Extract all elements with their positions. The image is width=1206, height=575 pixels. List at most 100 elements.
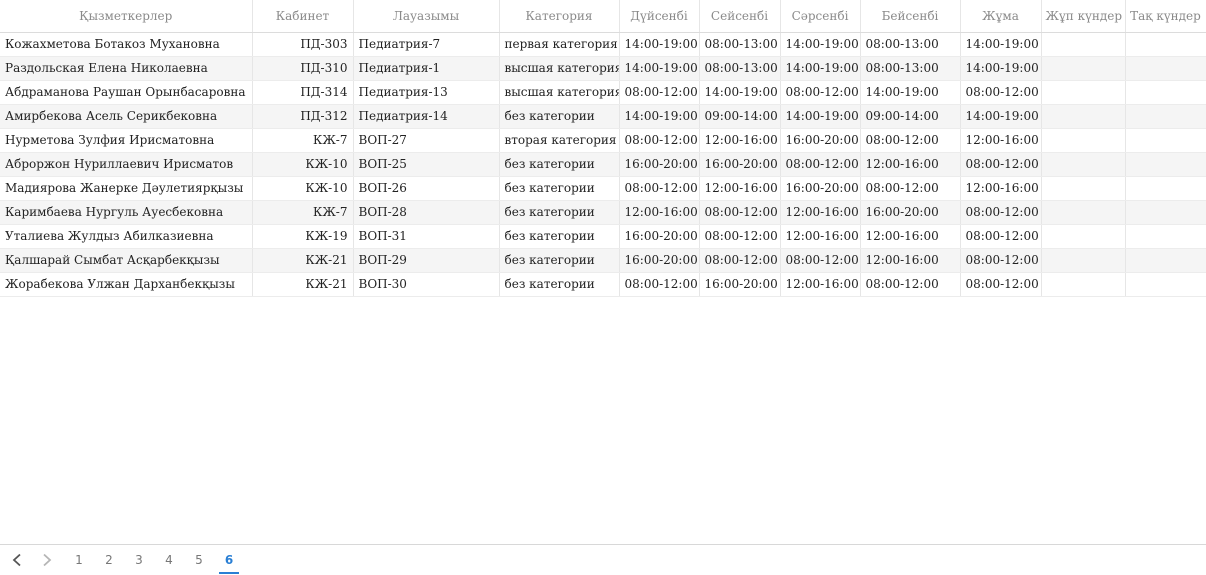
- cell-tuesday: 08:00-13:00: [699, 32, 781, 57]
- column-header-even-days[interactable]: Жұп күндер: [1041, 0, 1126, 33]
- cell-wednesday: 16:00-20:00: [780, 176, 861, 201]
- page-button-5[interactable]: 5: [189, 545, 209, 575]
- cell-monday: 08:00-12:00: [619, 80, 700, 105]
- cell-cabinet: ПД-312: [252, 104, 354, 129]
- column-header-friday[interactable]: Жұма: [960, 0, 1042, 33]
- cell-category: вторая категория: [499, 128, 620, 153]
- table-row[interactable]: Раздольская Елена Николаевна ПД-310 Педиат…: [0, 56, 1206, 81]
- cell-cabinet: КЖ-21: [252, 272, 354, 297]
- page-button-2[interactable]: 2: [99, 545, 119, 575]
- cell-wednesday: 12:00-16:00: [780, 272, 861, 297]
- column-header-tuesday[interactable]: Сейсенбі: [699, 0, 781, 33]
- table-row[interactable]: Жорабекова Улжан Дарханбекқызы КЖ-21 ВОП-3…: [0, 272, 1206, 297]
- cell-friday: 08:00-12:00: [960, 200, 1042, 225]
- cell-cabinet: КЖ-19: [252, 224, 354, 249]
- table-row[interactable]: Уталиева Жулдыз Абилказиевна КЖ-19 ВОП-31 б…: [0, 224, 1206, 249]
- cell-employee-name: Қалшарай Сымбат Асқарбекқызы: [0, 248, 253, 273]
- cell-even-days: [1041, 56, 1126, 81]
- cell-even-days: [1041, 152, 1126, 177]
- cell-even-days: [1041, 104, 1126, 129]
- cell-thursday: 12:00-16:00: [860, 152, 961, 177]
- cell-thursday: 08:00-12:00: [860, 272, 961, 297]
- cell-even-days: [1041, 248, 1126, 273]
- cell-even-days: [1041, 128, 1126, 153]
- column-header-monday[interactable]: Дүйсенбі: [619, 0, 700, 33]
- schedule-table: Қызметкерлер Кабинет Лауазымы Категория …: [0, 0, 1206, 297]
- column-header-cabinet[interactable]: Кабинет: [252, 0, 354, 33]
- cell-thursday: 14:00-19:00: [860, 80, 961, 105]
- page-button-4[interactable]: 4: [159, 545, 179, 575]
- table-row[interactable]: Каримбаева Нургуль Ауесбековна КЖ-7 ВОП-28…: [0, 200, 1206, 225]
- cell-thursday: 08:00-12:00: [860, 128, 961, 153]
- cell-thursday: 09:00-14:00: [860, 104, 961, 129]
- column-header-position[interactable]: Лауазымы: [353, 0, 500, 33]
- cell-cabinet: КЖ-7: [252, 128, 354, 153]
- page-button-6-current[interactable]: 6: [219, 545, 239, 575]
- cell-tuesday: 08:00-12:00: [699, 248, 781, 273]
- column-header-odd-days[interactable]: Тақ күндер: [1125, 0, 1206, 33]
- page-button-1[interactable]: 1: [69, 545, 89, 575]
- cell-cabinet: ПД-314: [252, 80, 354, 105]
- cell-tuesday: 08:00-13:00: [699, 56, 781, 81]
- cell-tuesday: 16:00-20:00: [699, 152, 781, 177]
- cell-employee-name: Аброржон Нуриллаевич Ирисматов: [0, 152, 253, 177]
- page-button-3[interactable]: 3: [129, 545, 149, 575]
- cell-employee-name: Уталиева Жулдыз Абилказиевна: [0, 224, 253, 249]
- cell-monday: 14:00-19:00: [619, 104, 700, 129]
- cell-even-days: [1041, 272, 1126, 297]
- chevron-right-icon: [43, 553, 52, 567]
- cell-odd-days: [1125, 56, 1206, 81]
- table-row[interactable]: Мадиярова Жанерке Дәулетиярқызы КЖ-10 ВОП-…: [0, 176, 1206, 201]
- cell-tuesday: 08:00-12:00: [699, 224, 781, 249]
- cell-tuesday: 12:00-16:00: [699, 176, 781, 201]
- cell-tuesday: 12:00-16:00: [699, 128, 781, 153]
- column-header-wednesday[interactable]: Сәрсенбі: [780, 0, 861, 33]
- chevron-left-icon: [12, 553, 21, 567]
- cell-odd-days: [1125, 152, 1206, 177]
- cell-monday: 08:00-12:00: [619, 272, 700, 297]
- cell-wednesday: 08:00-12:00: [780, 80, 861, 105]
- table-row[interactable]: Амирбекова Асель Серикбековна ПД-312 Педиа…: [0, 104, 1206, 129]
- cell-odd-days: [1125, 248, 1206, 273]
- cell-position: ВОП-29: [353, 248, 500, 273]
- table-row[interactable]: Нурметова Зулфия Ирисматовна КЖ-7 ВОП-27 вт…: [0, 128, 1206, 153]
- cell-category: без категории: [499, 224, 620, 249]
- cell-monday: 16:00-20:00: [619, 152, 700, 177]
- cell-position: ВОП-25: [353, 152, 500, 177]
- prev-page-button[interactable]: [7, 545, 27, 575]
- cell-cabinet: ПД-303: [252, 32, 354, 57]
- cell-category: без категории: [499, 152, 620, 177]
- cell-monday: 14:00-19:00: [619, 56, 700, 81]
- cell-cabinet: КЖ-10: [252, 152, 354, 177]
- cell-even-days: [1041, 32, 1126, 57]
- cell-position: ВОП-27: [353, 128, 500, 153]
- cell-odd-days: [1125, 224, 1206, 249]
- cell-cabinet: КЖ-7: [252, 200, 354, 225]
- cell-tuesday: 09:00-14:00: [699, 104, 781, 129]
- table-row[interactable]: Қалшарай Сымбат Асқарбекқызы КЖ-21 ВОП-29 б…: [0, 248, 1206, 273]
- cell-even-days: [1041, 224, 1126, 249]
- cell-thursday: 08:00-13:00: [860, 32, 961, 57]
- next-page-button[interactable]: [37, 545, 57, 575]
- cell-category: без категории: [499, 200, 620, 225]
- cell-monday: 08:00-12:00: [619, 128, 700, 153]
- cell-monday: 12:00-16:00: [619, 200, 700, 225]
- cell-position: ВОП-30: [353, 272, 500, 297]
- column-header-thursday[interactable]: Бейсенбі: [860, 0, 961, 33]
- cell-position: Педиатрия-7: [353, 32, 500, 57]
- table-row[interactable]: Аброржон Нуриллаевич Ирисматов КЖ-10 ВОП-2…: [0, 152, 1206, 177]
- cell-monday: 16:00-20:00: [619, 224, 700, 249]
- cell-position: Педиатрия-1: [353, 56, 500, 81]
- cell-thursday: 12:00-16:00: [860, 224, 961, 249]
- column-header-category[interactable]: Категория: [499, 0, 620, 33]
- cell-tuesday: 14:00-19:00: [699, 80, 781, 105]
- cell-friday: 08:00-12:00: [960, 152, 1042, 177]
- cell-odd-days: [1125, 200, 1206, 225]
- cell-cabinet: КЖ-10: [252, 176, 354, 201]
- table-row[interactable]: Абдраманова Раушан Орынбасаровна ПД-314 Пе…: [0, 80, 1206, 105]
- cell-employee-name: Каримбаева Нургуль Ауесбековна: [0, 200, 253, 225]
- cell-wednesday: 14:00-19:00: [780, 56, 861, 81]
- table-row[interactable]: Кожахметова Ботакоз Мухановна ПД-303 Педиа…: [0, 32, 1206, 57]
- cell-wednesday: 14:00-19:00: [780, 32, 861, 57]
- column-header-employees[interactable]: Қызметкерлер: [0, 0, 253, 33]
